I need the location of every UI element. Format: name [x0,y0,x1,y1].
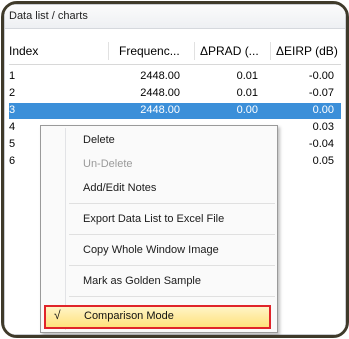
cell-eirp: -0.07 [308,87,334,99]
menu-item-label: Comparison Mode [84,310,174,322]
cell-prad: 0.00 [236,104,258,116]
menu-item-copy-window-image[interactable]: Copy Whole Window Image [83,244,219,256]
column-divider[interactable] [194,42,195,60]
menu-separator [69,265,275,266]
table-row[interactable]: 2 2448.00 0.01 -0.07 [9,86,341,102]
menu-item-comparison-mode[interactable]: √ Comparison Mode [44,305,271,329]
column-header-eirp[interactable]: ΔEIRP (dB) [276,44,338,58]
context-menu: Delete Un-Delete Add/Edit Notes Export D… [40,125,278,333]
menu-separator [69,234,275,235]
menu-item-mark-golden-sample[interactable]: Mark as Golden Sample [83,275,201,287]
cell-frequency: 2448.00 [140,104,180,116]
column-header-frequency[interactable]: Frequenc... [119,44,180,58]
menu-separator [69,296,275,297]
cell-index: 5 [9,138,16,150]
checkmark-icon: √ [54,308,61,322]
column-divider[interactable] [108,42,109,60]
cell-prad: 0.01 [236,87,258,99]
cell-frequency: 2448.00 [140,70,180,82]
cell-index: 4 [9,121,16,133]
cell-index: 1 [9,70,16,82]
panel-title: Data list / charts [5,5,345,29]
menu-item-add-edit-notes[interactable]: Add/Edit Notes [83,182,156,194]
cell-eirp: 0.00 [312,104,334,116]
column-divider[interactable] [270,42,271,60]
cell-eirp: -0.00 [308,70,334,82]
cell-index: 3 [9,104,16,116]
cell-eirp: 0.05 [312,155,334,167]
data-list-panel: Data list / charts Index Frequenc... ΔPR… [4,4,346,335]
table-header: Index Frequenc... ΔPRAD (... ΔEIRP (dB) [9,40,341,65]
window-frame: Data list / charts Index Frequenc... ΔPR… [1,1,349,338]
menu-separator [69,203,275,204]
menu-item-export-excel[interactable]: Export Data List to Excel File [83,213,224,225]
table-row[interactable]: 1 2448.00 0.01 -0.00 [9,69,341,85]
cell-index: 2 [9,87,16,99]
cell-prad: 0.01 [236,70,258,82]
menu-item-undelete: Un-Delete [83,158,133,170]
cell-frequency: 2448.00 [140,87,180,99]
column-header-prad[interactable]: ΔPRAD (... [200,44,259,58]
menu-icon-gutter [65,128,66,330]
column-header-index[interactable]: Index [9,44,38,58]
cell-eirp: 0.03 [312,121,334,133]
cell-index: 6 [9,155,16,167]
menu-item-delete[interactable]: Delete [83,134,115,146]
cell-eirp: -0.04 [308,138,334,150]
table-row-selected[interactable]: 3 2448.00 0.00 0.00 [9,103,341,119]
